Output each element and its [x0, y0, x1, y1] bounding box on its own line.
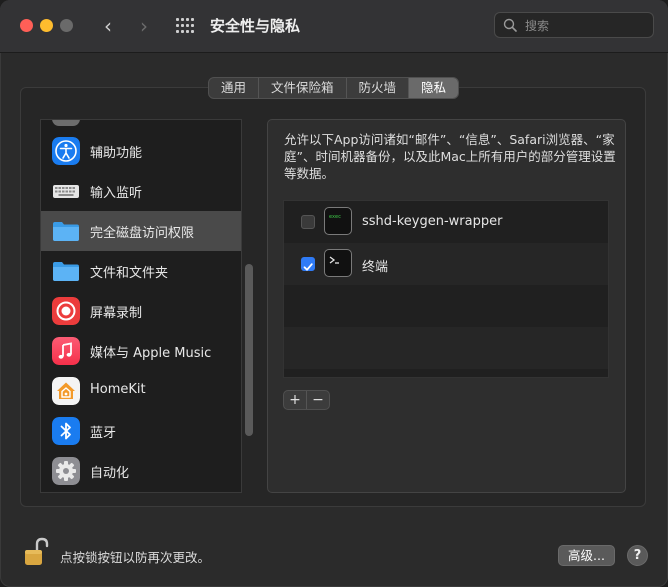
sidebar-item-automation[interactable]: 自动化: [41, 451, 241, 491]
keyboard-icon: [52, 177, 80, 205]
advanced-button[interactable]: 高级...: [558, 545, 615, 566]
sidebar-item-media-music[interactable]: 媒体与 Apple Music: [41, 331, 241, 371]
show-all-grid-icon[interactable]: [176, 18, 194, 34]
partial-item-icon: [52, 120, 80, 126]
search-icon: [503, 18, 517, 32]
sidebar-item-label: 文件和文件夹: [90, 266, 169, 281]
sidebar-item-label: 自动化: [90, 466, 130, 481]
svg-text:exec: exec: [329, 214, 341, 220]
lock-icon[interactable]: [24, 537, 50, 571]
terminal-exec-icon: exec: [324, 207, 352, 235]
sidebar-item-label: HomeKit: [90, 382, 146, 397]
titlebar: ‹ › 安全性与隐私: [0, 0, 668, 53]
folder-icon: [52, 257, 80, 285]
lock-hint-text: 点按锁按钮以防再次更改。: [60, 550, 211, 565]
home-icon: [52, 377, 80, 405]
sidebar-item-label: 完全磁盘访问权限: [90, 226, 195, 241]
accessibility-icon: [52, 137, 80, 165]
sidebar-item-accessibility[interactable]: 辅助功能: [41, 131, 241, 171]
tab-filevault[interactable]: 文件保险箱: [259, 78, 347, 98]
app-row-terminal[interactable]: 终端: [284, 243, 608, 285]
zoom-button[interactable]: [60, 19, 73, 32]
app-checkbox[interactable]: [301, 215, 315, 229]
terminal-icon: [324, 249, 352, 277]
sidebar-item-bluetooth[interactable]: 蓝牙: [41, 411, 241, 451]
sidebar-item-full-disk-access[interactable]: 完全磁盘访问权限: [41, 211, 241, 251]
empty-row: [284, 327, 608, 369]
sidebar-item-files-folders[interactable]: 文件和文件夹: [41, 251, 241, 291]
add-app-button[interactable]: +: [284, 391, 307, 409]
sidebar-item-label: 蓝牙: [90, 426, 117, 441]
sidebar-item-label: 辅助功能: [90, 146, 143, 161]
forward-chevron-icon[interactable]: ›: [132, 14, 156, 38]
bluetooth-icon: [52, 417, 80, 445]
remove-app-button[interactable]: −: [307, 391, 329, 409]
tab-bar: 通用 文件保险箱 防火墙 隐私: [208, 77, 460, 99]
app-row-sshd-keygen-wrapper[interactable]: exec sshd-keygen-wrapper: [284, 201, 608, 243]
app-checkbox-checked[interactable]: [301, 257, 315, 271]
permission-description: 允许以下App访问诸如“邮件”、“信息”、Safari浏览器、“家庭”、时间机器…: [284, 132, 616, 181]
app-permission-list[interactable]: exec sshd-keygen-wrapper 终端: [283, 200, 609, 378]
tab-general[interactable]: 通用: [209, 78, 260, 98]
app-name: sshd-keygen-wrapper: [362, 214, 503, 229]
screen-recording-icon: [52, 297, 80, 325]
minimize-button[interactable]: [40, 19, 53, 32]
sidebar-scrollbar[interactable]: [245, 264, 253, 436]
preferences-window: ‹ › 安全性与隐私 通用 文件保险箱 防火墙 隐私: [0, 0, 668, 587]
search-input[interactable]: [523, 16, 647, 36]
sidebar-item-label: 媒体与 Apple Music: [90, 346, 212, 361]
tab-firewall[interactable]: 防火墙: [347, 78, 410, 98]
privacy-category-list[interactable]: 辅助功能 输入监听 完全磁盘访问权限 文件和文件夹 屏幕录制 媒体与 Apple…: [40, 119, 242, 493]
folder-icon: [52, 217, 80, 245]
gear-icon: [52, 457, 80, 485]
back-chevron-icon[interactable]: ‹: [96, 14, 120, 38]
sidebar-item-label: 输入监听: [90, 186, 143, 201]
checkmark-icon: [303, 263, 313, 271]
sidebar-item-screen-recording[interactable]: 屏幕录制: [41, 291, 241, 331]
app-name: 终端: [362, 260, 389, 275]
sidebar-item-homekit[interactable]: HomeKit: [41, 371, 241, 411]
sidebar-item-input-monitoring[interactable]: 输入监听: [41, 171, 241, 211]
add-remove-control: + −: [283, 390, 330, 410]
music-icon: [52, 337, 80, 365]
tab-privacy[interactable]: 隐私: [409, 78, 459, 98]
empty-row: [284, 285, 608, 327]
sidebar-item-label: 屏幕录制: [90, 306, 143, 321]
close-button[interactable]: [20, 19, 33, 32]
search-field[interactable]: [494, 12, 654, 38]
window-title: 安全性与隐私: [210, 17, 301, 35]
help-button[interactable]: ?: [627, 545, 648, 566]
